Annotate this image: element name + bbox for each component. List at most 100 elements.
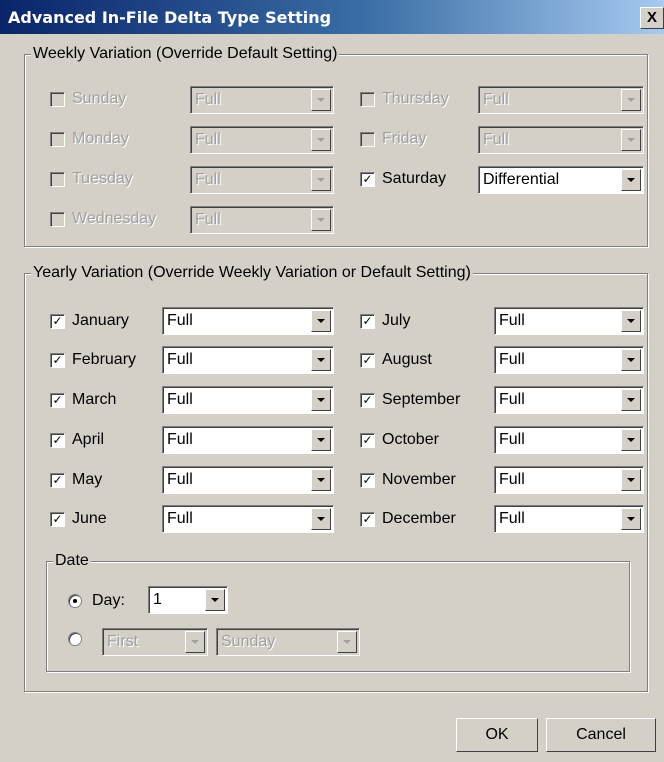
- checkbox-may[interactable]: ✓ May: [50, 471, 102, 489]
- checkbox-march[interactable]: ✓ March: [50, 391, 116, 409]
- dropdown-weekday[interactable]: Sunday: [216, 628, 360, 656]
- checkbox-saturday[interactable]: ✓ Saturday: [360, 170, 446, 188]
- chevron-down-icon[interactable]: [185, 631, 205, 653]
- checkbox-august[interactable]: ✓ August: [360, 351, 432, 369]
- checkbox-december[interactable]: ✓ December: [360, 510, 456, 528]
- dropdown-november[interactable]: Full: [494, 466, 644, 494]
- chevron-down-icon[interactable]: [621, 429, 641, 451]
- chevron-down-icon[interactable]: [337, 631, 357, 653]
- checkbox-box[interactable]: [50, 171, 65, 187]
- dropdown-value: Full: [167, 471, 193, 488]
- chevron-down-icon[interactable]: [311, 129, 331, 151]
- chevron-down-icon[interactable]: [311, 349, 331, 371]
- dropdown-october[interactable]: Full: [494, 426, 644, 454]
- dropdown-monday[interactable]: Full: [190, 126, 334, 154]
- checkbox-tuesday[interactable]: Tuesday: [50, 170, 133, 188]
- dropdown-value: Full: [483, 91, 509, 108]
- radio-label-day: Day:: [92, 592, 125, 609]
- checkbox-thursday[interactable]: Thursday: [360, 90, 449, 108]
- checkbox-april[interactable]: ✓ April: [50, 431, 104, 449]
- checkbox-box[interactable]: ✓: [360, 171, 375, 187]
- checkbox-july[interactable]: ✓ July: [360, 312, 410, 330]
- checkbox-box[interactable]: [360, 91, 375, 107]
- checkbox-label: Friday: [382, 130, 427, 147]
- dropdown-wednesday[interactable]: Full: [190, 206, 334, 234]
- chevron-down-icon[interactable]: [311, 209, 331, 231]
- chevron-down-icon[interactable]: [311, 89, 331, 111]
- checkbox-box[interactable]: [50, 211, 65, 227]
- chevron-down-icon[interactable]: [621, 389, 641, 411]
- chevron-down-icon[interactable]: [621, 508, 641, 530]
- checkbox-box[interactable]: ✓: [50, 392, 65, 408]
- checkbox-box[interactable]: ✓: [360, 432, 375, 448]
- radio-relative[interactable]: [68, 632, 92, 646]
- radio-day[interactable]: Day:: [68, 592, 125, 610]
- chevron-down-icon[interactable]: [311, 508, 331, 530]
- checkbox-box[interactable]: ✓: [50, 472, 65, 488]
- dropdown-value: Full: [195, 211, 221, 228]
- checkbox-october[interactable]: ✓ October: [360, 431, 439, 449]
- checkbox-box[interactable]: ✓: [360, 511, 375, 527]
- chevron-down-icon[interactable]: [621, 169, 641, 191]
- checkbox-box[interactable]: ✓: [360, 392, 375, 408]
- weekly-variation-legend: Weekly Variation (Override Default Setti…: [31, 45, 340, 63]
- dropdown-january[interactable]: Full: [162, 307, 334, 335]
- dropdown-april[interactable]: Full: [162, 426, 334, 454]
- dropdown-value: Differential: [483, 171, 560, 188]
- chevron-down-icon[interactable]: [621, 469, 641, 491]
- dropdown-ordinal[interactable]: First: [102, 628, 208, 656]
- chevron-down-icon[interactable]: [311, 169, 331, 191]
- dropdown-september[interactable]: Full: [494, 386, 644, 414]
- checkbox-box[interactable]: ✓: [360, 472, 375, 488]
- dropdown-day[interactable]: 1: [148, 586, 228, 614]
- checkbox-february[interactable]: ✓ February: [50, 351, 136, 369]
- checkbox-box[interactable]: [360, 131, 375, 147]
- chevron-down-icon[interactable]: [311, 469, 331, 491]
- dropdown-friday[interactable]: Full: [478, 126, 644, 154]
- chevron-down-icon[interactable]: [311, 310, 331, 332]
- dropdown-thursday[interactable]: Full: [478, 86, 644, 114]
- checkbox-november[interactable]: ✓ November: [360, 471, 456, 489]
- dropdown-value: Full: [499, 471, 525, 488]
- dropdown-february[interactable]: Full: [162, 346, 334, 374]
- dropdown-saturday[interactable]: Differential: [478, 166, 644, 194]
- checkbox-box[interactable]: ✓: [360, 352, 375, 368]
- checkbox-box[interactable]: ✓: [50, 432, 65, 448]
- chevron-down-icon[interactable]: [621, 89, 641, 111]
- chevron-down-icon[interactable]: [205, 589, 225, 611]
- dropdown-may[interactable]: Full: [162, 466, 334, 494]
- checkbox-box[interactable]: ✓: [50, 352, 65, 368]
- close-button[interactable]: X: [640, 7, 664, 29]
- dropdown-value: First: [107, 633, 139, 650]
- checkbox-box[interactable]: [50, 91, 65, 107]
- chevron-down-icon[interactable]: [621, 349, 641, 371]
- checkbox-june[interactable]: ✓ June: [50, 510, 107, 528]
- dropdown-value: Full: [195, 171, 221, 188]
- checkbox-box[interactable]: [50, 131, 65, 147]
- dropdown-sunday[interactable]: Full: [190, 86, 334, 114]
- checkbox-january[interactable]: ✓ January: [50, 312, 129, 330]
- dropdown-june[interactable]: Full: [162, 505, 334, 533]
- chevron-down-icon[interactable]: [311, 429, 331, 451]
- radio-button[interactable]: [68, 594, 82, 608]
- checkbox-box[interactable]: ✓: [50, 511, 65, 527]
- dropdown-tuesday[interactable]: Full: [190, 166, 334, 194]
- dropdown-march[interactable]: Full: [162, 386, 334, 414]
- cancel-button[interactable]: Cancel: [546, 718, 656, 752]
- checkbox-wednesday[interactable]: Wednesday: [50, 210, 156, 228]
- checkbox-box[interactable]: ✓: [50, 313, 65, 329]
- checkbox-sunday[interactable]: Sunday: [50, 90, 126, 108]
- dropdown-august[interactable]: Full: [494, 346, 644, 374]
- checkbox-monday[interactable]: Monday: [50, 130, 129, 148]
- dropdown-july[interactable]: Full: [494, 307, 644, 335]
- radio-button[interactable]: [68, 632, 82, 646]
- ok-button[interactable]: OK: [456, 718, 538, 752]
- chevron-down-icon[interactable]: [621, 310, 641, 332]
- checkbox-box[interactable]: ✓: [360, 313, 375, 329]
- checkbox-september[interactable]: ✓ September: [360, 391, 460, 409]
- chevron-down-icon[interactable]: [621, 129, 641, 151]
- checkbox-friday[interactable]: Friday: [360, 130, 426, 148]
- dropdown-december[interactable]: Full: [494, 505, 644, 533]
- title-bar[interactable]: Advanced In-File Delta Type Setting X: [0, 0, 664, 34]
- chevron-down-icon[interactable]: [311, 389, 331, 411]
